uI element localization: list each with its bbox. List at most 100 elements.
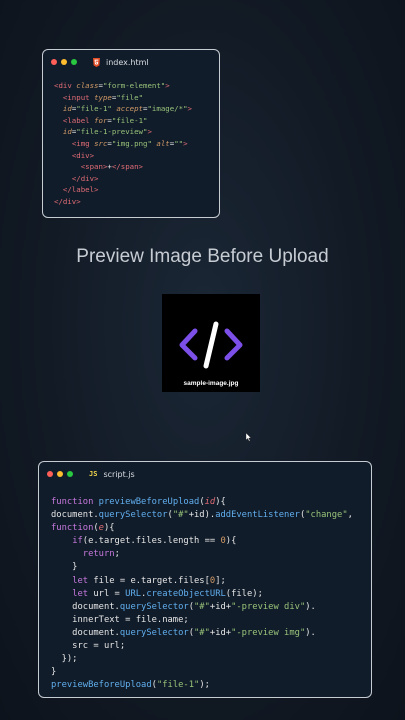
code-token: +id). [188, 510, 216, 521]
code-token: document. [51, 510, 99, 521]
code-token: <div> [71, 150, 95, 160]
code-token: ){ [103, 523, 115, 534]
code-token: id [62, 127, 72, 137]
code-token: <img [71, 138, 95, 148]
code-token: id [62, 104, 72, 114]
code-token: src [94, 138, 108, 148]
js-code-line: let url = URL.createObjectURL(file); [51, 588, 371, 601]
mouse-cursor-icon [246, 433, 252, 442]
code-token: "-preview img" [231, 627, 306, 638]
code-token: class [76, 81, 99, 90]
js-code-line: previewBeforeUpload("file-1"); [51, 679, 371, 692]
code-token: ]; [215, 575, 226, 586]
html-code-line: <span>+</span> [54, 161, 219, 173]
code-token: (file); [225, 588, 263, 599]
maximize-dot-icon[interactable] [71, 59, 77, 65]
code-token: ). [305, 627, 316, 638]
preview-filename: sample-image.jpg [183, 380, 239, 387]
js-code-line: document.querySelector("#"+id+"-preview … [51, 601, 371, 614]
code-token: return [82, 549, 115, 560]
js-code-line: document.querySelector("#"+id+"-preview … [51, 627, 371, 640]
minimize-dot-icon[interactable] [57, 471, 63, 477]
html-code-line: <div> [54, 150, 219, 162]
js-code-window: JS script.js function previewBeforeUploa… [38, 461, 372, 698]
js-code-line: return; [51, 548, 371, 561]
code-brackets-icon [179, 321, 243, 369]
code-token: document. [51, 601, 120, 612]
html-code-window: index.html <div class="form-element"> <i… [42, 49, 220, 218]
minimize-dot-icon[interactable] [61, 59, 67, 65]
code-token: "file-1-preview" [76, 127, 148, 137]
code-token: > [183, 138, 188, 148]
html-code-line: </label> [54, 184, 219, 196]
code-token: alt [156, 138, 170, 148]
code-token: for [94, 115, 108, 125]
code-token: src = url; [51, 641, 126, 652]
image-preview[interactable]: sample-image.jpg [162, 294, 260, 392]
code-token: ). [305, 601, 316, 612]
html-code-line: <img src="img.png" alt=""> [54, 138, 219, 150]
html-code-line: <input type="file" [54, 92, 219, 104]
code-token: innerText = file.name; [51, 614, 189, 625]
code-token: "#" [172, 510, 189, 521]
code-token: "change" [305, 510, 348, 521]
close-dot-icon[interactable] [51, 59, 57, 65]
javascript-icon: JS [89, 470, 98, 478]
code-token: <input [62, 92, 95, 102]
code-token: ; [114, 549, 120, 560]
html-code-line: </div> [54, 173, 219, 185]
code-token: </label> [62, 185, 99, 195]
html-code-line: <div class="form-element"> [54, 80, 219, 92]
code-token: "file-1" [156, 680, 200, 691]
js-code-line: } [51, 561, 371, 574]
html-code-line: id="file-1-preview"> [54, 126, 219, 138]
code-token: "form-element" [102, 81, 166, 90]
code-token: </div> [54, 196, 81, 206]
code-token: </div> [71, 173, 99, 183]
code-token: "file" [116, 92, 144, 102]
maximize-dot-icon[interactable] [67, 471, 73, 477]
code-token: id [204, 497, 216, 507]
code-token: addEventListener [215, 510, 300, 521]
code-token: createObjectURL [146, 588, 226, 599]
code-token: (e.target.files.length == [82, 536, 221, 547]
js-code-line: innerText = file.name; [51, 614, 371, 627]
code-token: "#" [194, 627, 210, 638]
close-dot-icon[interactable] [47, 471, 53, 477]
code-token: "-preview div" [231, 601, 306, 612]
code-token: let [72, 588, 94, 599]
code-token: previewBeforeUpload [51, 680, 152, 691]
code-token: querySelector [119, 627, 189, 638]
code-token: "" [174, 138, 184, 148]
html-code-line: <label for="file-1" [54, 115, 219, 127]
code-token: }); [51, 654, 78, 665]
code-token: querySelector [98, 510, 168, 521]
js-code-line: if(e.target.files.length == 0){ [51, 535, 371, 548]
code-token: <label [62, 115, 95, 125]
code-token: querySelector [119, 601, 189, 612]
js-filename: script.js [103, 469, 135, 479]
code-token: document. [51, 627, 120, 638]
code-token: file = e.target.files[ [93, 575, 210, 586]
code-token: , [347, 510, 353, 521]
code-token: function [51, 523, 94, 534]
js-code-line: src = url; [51, 640, 371, 653]
js-code-line: document.querySelector("#"+id).addEventL… [51, 509, 371, 522]
html-filename: index.html [106, 57, 149, 67]
js-code-line: function(e){ [51, 522, 371, 535]
code-token: "file-1" [76, 104, 117, 114]
code-token: "file-1" [111, 115, 148, 125]
code-token: <div [54, 81, 77, 90]
code-token: ){ [225, 536, 237, 547]
code-token: "#" [194, 601, 210, 612]
code-token: > [165, 81, 170, 90]
